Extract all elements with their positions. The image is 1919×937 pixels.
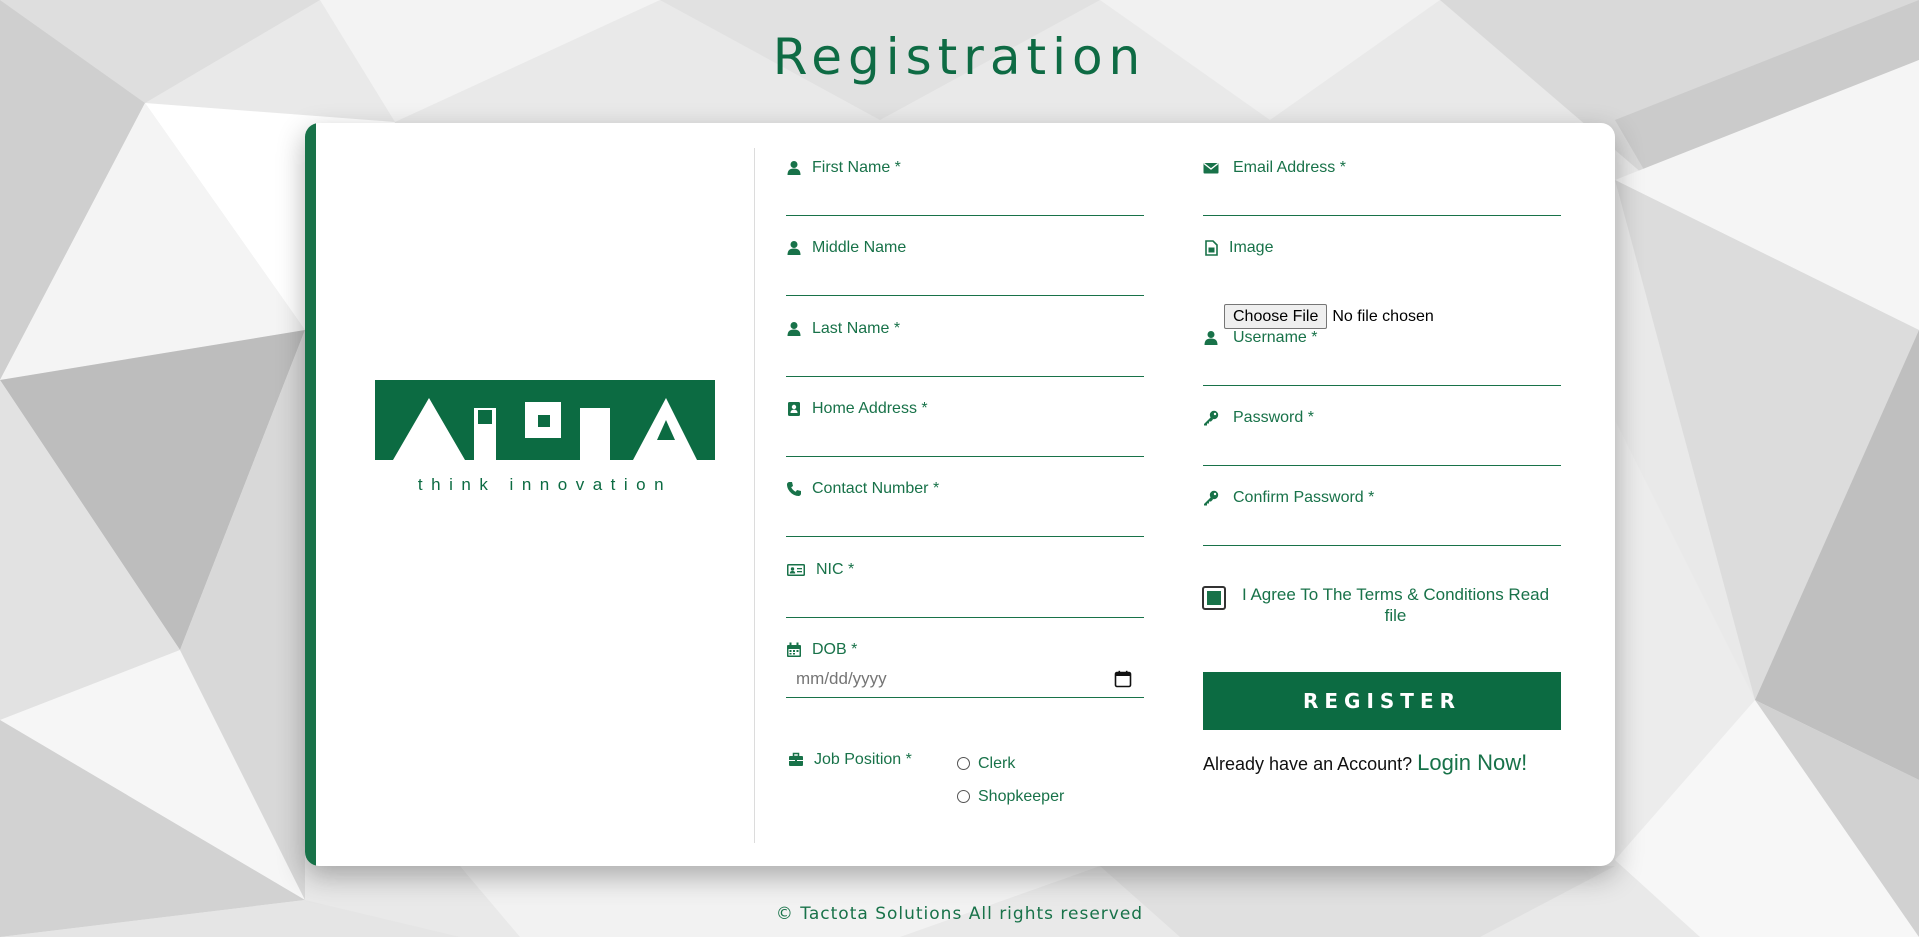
password-input[interactable] <box>1203 433 1553 461</box>
card-accent-strip <box>305 123 316 866</box>
calendar-picker-icon[interactable] <box>1114 670 1132 688</box>
email-input[interactable] <box>1203 183 1553 211</box>
confirm-password-label: Confirm Password * <box>1233 489 1375 506</box>
dob-label: DOB * <box>812 641 858 658</box>
job-position-field: Job Position * <box>786 751 956 811</box>
login-row: Already have an Account? Login Now! <box>1203 750 1527 776</box>
logo-tagline: think innovation <box>418 475 672 494</box>
first-name-input[interactable] <box>786 183 1136 211</box>
radio-clerk[interactable]: Clerk <box>957 747 1107 780</box>
registration-card: think innovation First Name * Middle Nam… <box>305 123 1615 866</box>
image-label: Image <box>1229 239 1274 256</box>
contact-number-field: Contact Number * <box>786 476 1144 537</box>
first-name-field: First Name * <box>786 155 1144 216</box>
column-divider <box>754 148 755 843</box>
username-field: Username * <box>1203 325 1561 386</box>
page-title: Registration <box>772 28 1147 86</box>
terms-row: I Agree To The Terms & Conditions Read f… <box>1202 584 1562 626</box>
radio-shopkeeper[interactable]: Shopkeeper <box>957 780 1107 813</box>
user-icon <box>786 240 802 256</box>
briefcase-icon <box>788 752 804 768</box>
password-field: Password * <box>1203 405 1561 466</box>
radio-label-shopkeeper: Shopkeeper <box>978 787 1065 805</box>
register-button[interactable]: REGISTER <box>1203 672 1561 730</box>
home-address-label: Home Address * <box>812 400 928 417</box>
middle-name-input[interactable] <box>786 263 1136 291</box>
username-input[interactable] <box>1203 353 1553 381</box>
last-name-label: Last Name * <box>812 320 901 337</box>
file-status-text: No file chosen <box>1332 307 1434 325</box>
contact-number-label: Contact Number * <box>812 480 940 497</box>
job-position-options: Clerk Shopkeeper <box>957 747 1107 813</box>
confirm-password-field: Confirm Password * <box>1203 485 1561 546</box>
home-address-field: Home Address * <box>786 396 1144 457</box>
middle-name-label: Middle Name <box>812 239 907 256</box>
home-address-input[interactable] <box>786 424 1136 452</box>
dob-field: DOB * <box>786 637 1144 698</box>
last-name-input[interactable] <box>786 344 1136 372</box>
confirm-password-input[interactable] <box>1203 513 1553 541</box>
tactota-logo: think innovation <box>375 380 715 494</box>
user-icon <box>786 160 802 176</box>
radio-button[interactable] <box>957 757 970 770</box>
id-card-icon <box>786 562 806 578</box>
key-icon <box>1203 490 1219 506</box>
last-name-field: Last Name * <box>786 316 1144 377</box>
nic-label: NIC * <box>816 561 855 578</box>
user-icon <box>1203 330 1219 346</box>
envelope-icon <box>1203 160 1219 176</box>
username-label: Username * <box>1233 329 1318 346</box>
terms-checkbox[interactable] <box>1202 586 1226 610</box>
terms-label[interactable]: I Agree To The Terms & Conditions Read f… <box>1229 584 1562 626</box>
footer-copyright: © Tactota Solutions All rights reserved <box>775 904 1144 924</box>
first-name-label: First Name * <box>812 159 901 176</box>
job-position-label: Job Position * <box>814 751 912 768</box>
user-icon <box>786 321 802 337</box>
image-field: Image <box>1203 235 1561 295</box>
radio-button[interactable] <box>957 790 970 803</box>
contact-number-input[interactable] <box>786 504 1136 532</box>
login-prompt: Already have an Account? <box>1203 754 1413 774</box>
key-icon <box>1203 410 1219 426</box>
email-label: Email Address * <box>1233 159 1346 176</box>
file-image-icon <box>1203 240 1219 256</box>
phone-icon <box>786 481 802 497</box>
calendar-icon <box>786 642 802 658</box>
login-now-link[interactable]: Login Now! <box>1417 750 1527 776</box>
nic-input[interactable] <box>786 585 1136 613</box>
nic-field: NIC * <box>786 557 1144 618</box>
radio-label-clerk: Clerk <box>978 754 1016 772</box>
password-label: Password * <box>1233 409 1314 426</box>
dob-input[interactable] <box>786 665 1136 693</box>
email-field: Email Address * <box>1203 155 1561 216</box>
address-book-icon <box>786 401 802 417</box>
middle-name-field: Middle Name <box>786 235 1144 296</box>
